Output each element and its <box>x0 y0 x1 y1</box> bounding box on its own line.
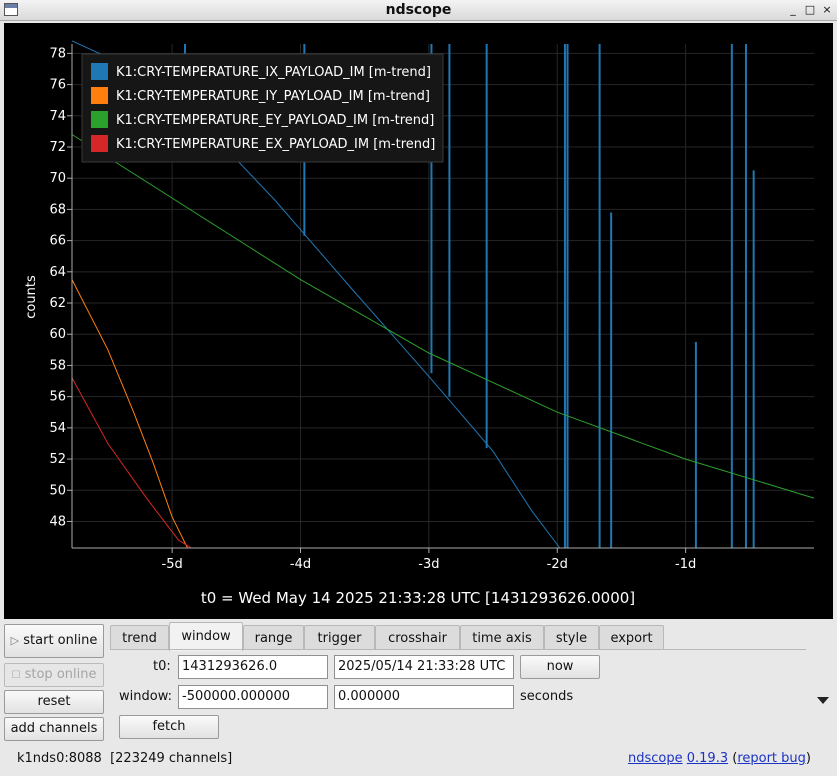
t0-label: t0: <box>153 659 171 674</box>
x-tick-label: -5d <box>162 557 183 572</box>
tab-trigger[interactable]: trigger <box>304 625 375 650</box>
x-axis-ticks: -5d -4d -3d -2d -1d <box>162 548 696 572</box>
series-line-2 <box>71 134 815 499</box>
panel-collapse-icon[interactable] <box>817 697 829 704</box>
x-tick-label: -4d <box>290 557 311 572</box>
ndscope-link[interactable]: ndscope <box>628 751 683 766</box>
minimize-button[interactable]: _ <box>786 2 800 18</box>
legend-swatch-1 <box>91 87 108 104</box>
window-title: ndscope <box>385 2 452 18</box>
y-tick-label: 74 <box>49 109 66 124</box>
t0-utc-field[interactable]: 2025/05/14 21:33:28 UTC <box>334 655 514 679</box>
reset-button[interactable]: reset <box>4 690 104 714</box>
y-tick-label: 78 <box>49 46 66 61</box>
series-line-1 <box>71 279 188 549</box>
tab-export[interactable]: export <box>599 625 664 650</box>
y-tick-label: 72 <box>49 140 66 155</box>
start-online-button[interactable]: ▷ start online <box>4 624 104 658</box>
legend-box: K1:CRY-TEMPERATURE_IX_PAYLOAD_IM [m-tren… <box>81 53 444 163</box>
server-address: k1nds0:8088 <box>17 751 102 766</box>
legend-swatch-2 <box>91 111 108 128</box>
tab-style[interactable]: style <box>544 625 599 650</box>
close-paren: ) <box>805 751 811 766</box>
y-tick-label: 52 <box>49 452 66 467</box>
y-tick-label: 68 <box>49 202 66 217</box>
add-channels-button[interactable]: add channels <box>4 717 104 741</box>
y-tick-label: 54 <box>49 421 66 436</box>
y-tick-label: 66 <box>49 234 66 249</box>
y-tick-label: 64 <box>49 265 66 280</box>
close-button[interactable]: × <box>820 2 834 18</box>
legend-swatch-3 <box>91 135 108 152</box>
play-icon: ▷ <box>10 634 20 647</box>
stop-online-label: stop online <box>24 667 97 682</box>
y-tick-label: 58 <box>49 358 66 373</box>
y-tick-label: 48 <box>49 514 66 529</box>
title-bar: ndscope _ □ × <box>0 0 837 21</box>
window-start-field[interactable]: -500000.000000 <box>178 685 328 709</box>
fetch-button[interactable]: fetch <box>119 715 219 739</box>
start-online-label: start online <box>23 633 98 648</box>
open-paren: ( <box>728 751 738 766</box>
plot-area[interactable]: 48 50 52 54 56 58 60 62 64 66 68 70 72 74 76 78 -5d -4d -… <box>4 23 833 619</box>
y-tick-label: 60 <box>49 327 66 342</box>
x-tick-label: -1d <box>675 557 696 572</box>
y-axis-ticks: 48 50 52 54 56 58 60 62 64 66 68 70 72 74 76 78 <box>49 46 72 529</box>
x-tick-label: -3d <box>418 557 439 572</box>
tab-range[interactable]: range <box>243 625 304 650</box>
y-axis-label: counts <box>24 275 39 319</box>
seconds-label: seconds <box>520 689 574 704</box>
legend-label-1: K1:CRY-TEMPERATURE_IY_PAYLOAD_IM [m-tren… <box>116 89 430 104</box>
tab-window[interactable]: window <box>169 622 243 651</box>
window-end-field[interactable]: 0.000000 <box>334 685 514 709</box>
legend-label-2: K1:CRY-TEMPERATURE_EY_PAYLOAD_IM [m-tren… <box>116 113 434 128</box>
t0-gps-field[interactable]: 1431293626.0 <box>178 655 328 679</box>
now-button[interactable]: now <box>520 655 600 679</box>
channel-count: [223249 channels] <box>110 751 233 766</box>
status-version: ndscope 0.19.3 (report bug) <box>628 751 811 766</box>
tab-divider <box>110 649 806 650</box>
version-link[interactable]: 0.19.3 <box>687 751 728 766</box>
y-tick-label: 70 <box>49 171 66 186</box>
trend-plot[interactable]: 48505254565860626466687072747678 -5d -4d -… <box>4 23 833 619</box>
stop-icon: ☐ <box>11 670 21 681</box>
y-tick-label: 56 <box>49 390 66 405</box>
y-tick-label: 50 <box>49 483 66 498</box>
legend-label-3: K1:CRY-TEMPERATURE_EX_PAYLOAD_IM [m-tren… <box>116 137 435 152</box>
stop-online-button[interactable]: ☐ stop online <box>4 663 104 687</box>
x-tick-label: -2d <box>547 557 568 572</box>
window-label: window: <box>119 689 172 704</box>
tab-crosshair[interactable]: crosshair <box>375 625 460 650</box>
report-bug-link[interactable]: report bug <box>737 751 806 766</box>
y-tick-label: 62 <box>49 296 66 311</box>
legend-label-0: K1:CRY-TEMPERATURE_IX_PAYLOAD_IM [m-tren… <box>116 65 431 80</box>
maximize-button[interactable]: □ <box>803 2 817 18</box>
tab-trend[interactable]: trend <box>110 625 169 650</box>
tab-time-axis[interactable]: time axis <box>460 625 544 650</box>
y-tick-label: 76 <box>49 78 66 93</box>
legend-swatch-0 <box>91 63 108 80</box>
series-line-3 <box>71 377 192 549</box>
plot-title: t0 = Wed May 14 2025 21:33:28 UTC [14312… <box>201 589 635 607</box>
status-server: k1nds0:8088 [223249 channels] <box>17 751 232 766</box>
